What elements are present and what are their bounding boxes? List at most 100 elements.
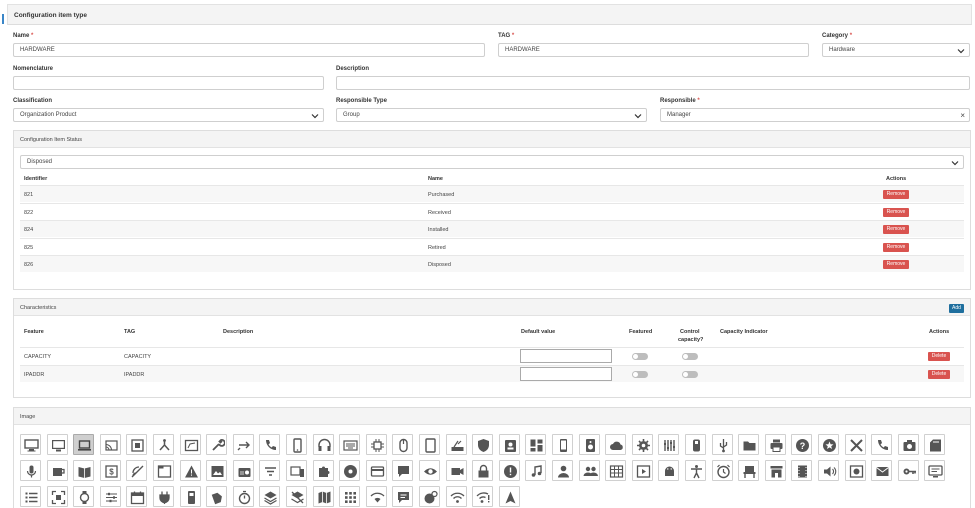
name-field[interactable]: HARDWARE — [13, 43, 485, 57]
icon-option[interactable] — [658, 460, 680, 481]
icon-option[interactable] — [552, 460, 573, 481]
icon-option[interactable] — [711, 460, 733, 481]
control-capacity-toggle[interactable] — [682, 353, 698, 360]
icon-option[interactable] — [764, 460, 786, 481]
icon-option[interactable] — [392, 460, 414, 481]
icon-option[interactable] — [286, 486, 307, 507]
description-field[interactable] — [336, 76, 970, 90]
category-select[interactable]: Hardware — [822, 43, 970, 57]
icon-option[interactable] — [818, 460, 839, 481]
icon-option[interactable] — [897, 460, 919, 481]
icon-option[interactable] — [126, 434, 148, 455]
icon-option[interactable] — [738, 434, 760, 455]
icon-option[interactable] — [206, 434, 228, 455]
icon-option[interactable] — [764, 434, 786, 455]
icon-option[interactable] — [472, 434, 494, 455]
icon-option[interactable] — [232, 486, 254, 507]
icon-option[interactable] — [312, 460, 334, 481]
icon-option[interactable] — [73, 434, 95, 455]
icon-option[interactable] — [259, 460, 281, 481]
icon-option[interactable] — [871, 460, 893, 481]
icon-option[interactable] — [153, 434, 174, 455]
icon-option[interactable] — [419, 486, 440, 507]
icon-option[interactable] — [232, 460, 254, 481]
icon-option[interactable] — [179, 486, 201, 507]
icon-option[interactable] — [897, 434, 919, 455]
tag-field[interactable]: HARDWARE — [498, 43, 809, 57]
icon-option[interactable] — [365, 434, 387, 455]
control-capacity-toggle[interactable] — [682, 371, 698, 378]
icon-option[interactable] — [46, 434, 68, 455]
icon-option[interactable]: ? — [791, 434, 813, 455]
icon-option[interactable] — [419, 434, 440, 455]
icon-option[interactable] — [73, 460, 95, 481]
nomenclature-field[interactable] — [13, 76, 324, 90]
icon-option[interactable] — [605, 460, 627, 481]
remove-button[interactable]: Remove — [883, 260, 909, 270]
icon-option[interactable] — [711, 434, 733, 455]
icon-option[interactable] — [312, 486, 334, 507]
icon-option[interactable] — [685, 434, 706, 455]
icon-option[interactable] — [179, 460, 201, 481]
icon-option[interactable] — [791, 460, 813, 481]
icon-option[interactable] — [259, 486, 281, 507]
icon-option[interactable] — [498, 486, 520, 507]
icon-option[interactable] — [445, 434, 467, 455]
status-select[interactable]: Disposed — [20, 155, 964, 169]
remove-button[interactable]: Remove — [883, 225, 909, 235]
icon-option[interactable] — [844, 434, 866, 455]
icon-option[interactable] — [552, 434, 573, 455]
icon-option[interactable] — [20, 434, 41, 455]
icon-option[interactable] — [392, 434, 414, 455]
icon-option[interactable] — [631, 460, 653, 481]
default-value-input[interactable] — [520, 367, 612, 381]
featured-toggle[interactable] — [632, 371, 648, 378]
icon-option[interactable] — [365, 460, 387, 481]
icon-option[interactable] — [232, 434, 254, 455]
delete-button[interactable]: Delete — [928, 352, 950, 361]
remove-button[interactable]: Remove — [883, 190, 909, 199]
classification-select[interactable]: Organization Product — [13, 108, 324, 122]
icon-option[interactable] — [179, 434, 201, 455]
icon-option[interactable] — [605, 434, 627, 455]
default-value-input[interactable] — [520, 349, 612, 363]
icon-option[interactable] — [206, 460, 228, 481]
remove-button[interactable]: Remove — [883, 242, 909, 252]
icon-option[interactable] — [206, 486, 228, 507]
icon-option[interactable] — [844, 460, 866, 481]
icon-option[interactable] — [339, 460, 361, 481]
icon-option[interactable] — [286, 460, 307, 481]
icon-option[interactable] — [153, 486, 174, 507]
icon-option[interactable] — [498, 460, 520, 481]
icon-option[interactable] — [126, 486, 148, 507]
icon-option[interactable] — [445, 460, 467, 481]
icon-option[interactable] — [658, 434, 680, 455]
icon-option[interactable] — [738, 460, 760, 481]
icon-option[interactable] — [685, 460, 706, 481]
icon-option[interactable] — [631, 434, 653, 455]
icon-option[interactable] — [578, 460, 600, 481]
delete-button[interactable]: Delete — [928, 370, 950, 379]
responsible-field[interactable]: Manager × — [660, 108, 970, 122]
icon-option[interactable] — [99, 486, 121, 507]
icon-option[interactable] — [525, 434, 547, 455]
icon-option[interactable] — [871, 434, 893, 455]
featured-toggle[interactable] — [632, 353, 648, 360]
icon-option[interactable] — [924, 434, 946, 455]
add-characteristic-button[interactable]: Add — [949, 304, 964, 313]
icon-option[interactable] — [20, 486, 41, 507]
icon-option[interactable] — [339, 486, 361, 507]
icon-option[interactable] — [259, 434, 281, 455]
icon-option[interactable] — [20, 460, 41, 481]
icon-option[interactable] — [46, 486, 68, 507]
icon-option[interactable] — [126, 460, 148, 481]
icon-option[interactable] — [365, 486, 387, 507]
icon-option[interactable] — [472, 486, 494, 507]
icon-option[interactable] — [924, 460, 946, 481]
remove-button[interactable]: Remove — [883, 207, 909, 217]
icon-option[interactable] — [498, 434, 520, 455]
icon-option[interactable] — [312, 434, 334, 455]
icon-option[interactable] — [472, 460, 494, 481]
clear-icon[interactable]: × — [960, 111, 965, 120]
icon-option[interactable] — [46, 460, 68, 481]
